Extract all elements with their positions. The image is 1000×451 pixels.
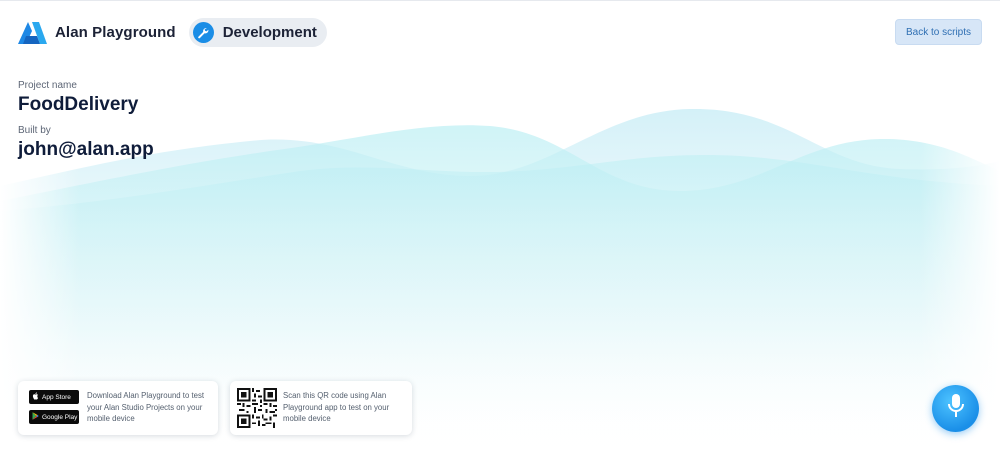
qr-card: Scan this QR code using Alan Playground … [230,381,412,435]
app-logo: Alan Playground [18,21,176,44]
google-play-badge[interactable]: Google Play [29,410,79,424]
alan-logo-icon [18,21,47,44]
project-info: Project name FoodDelivery Built by john@… [18,80,154,161]
built-by-value: john@alan.app [18,139,154,160]
microphone-button[interactable] [932,385,979,432]
app-name: Alan Playground [55,24,176,41]
google-play-text: Google Play [42,413,78,421]
apple-icon [32,392,39,402]
wrench-icon [192,22,214,43]
qr-code-icon [237,388,277,428]
header: Alan Playground Development [18,18,327,47]
playground-page: Alan Playground Development Back to scri… [0,0,1000,451]
back-to-scripts-button[interactable]: Back to scripts [895,19,982,45]
qr-description: Scan this QR code using Alan Playground … [283,391,390,423]
built-by-label: Built by [18,125,51,136]
project-name-value: FoodDelivery [18,94,139,115]
project-name-label: Project name [18,80,77,91]
store-badges: App Store Google Play [29,390,79,424]
download-description: Download Alan Playground to test your Al… [87,391,205,423]
environment-badge: Development [188,18,327,47]
download-card: App Store Google Play Download Alan Play… [18,381,218,435]
microphone-icon [947,393,965,424]
app-store-badge[interactable]: App Store [29,390,79,404]
environment-label: Development [222,24,317,41]
app-store-text: App Store [42,393,71,401]
google-play-icon [32,412,39,422]
